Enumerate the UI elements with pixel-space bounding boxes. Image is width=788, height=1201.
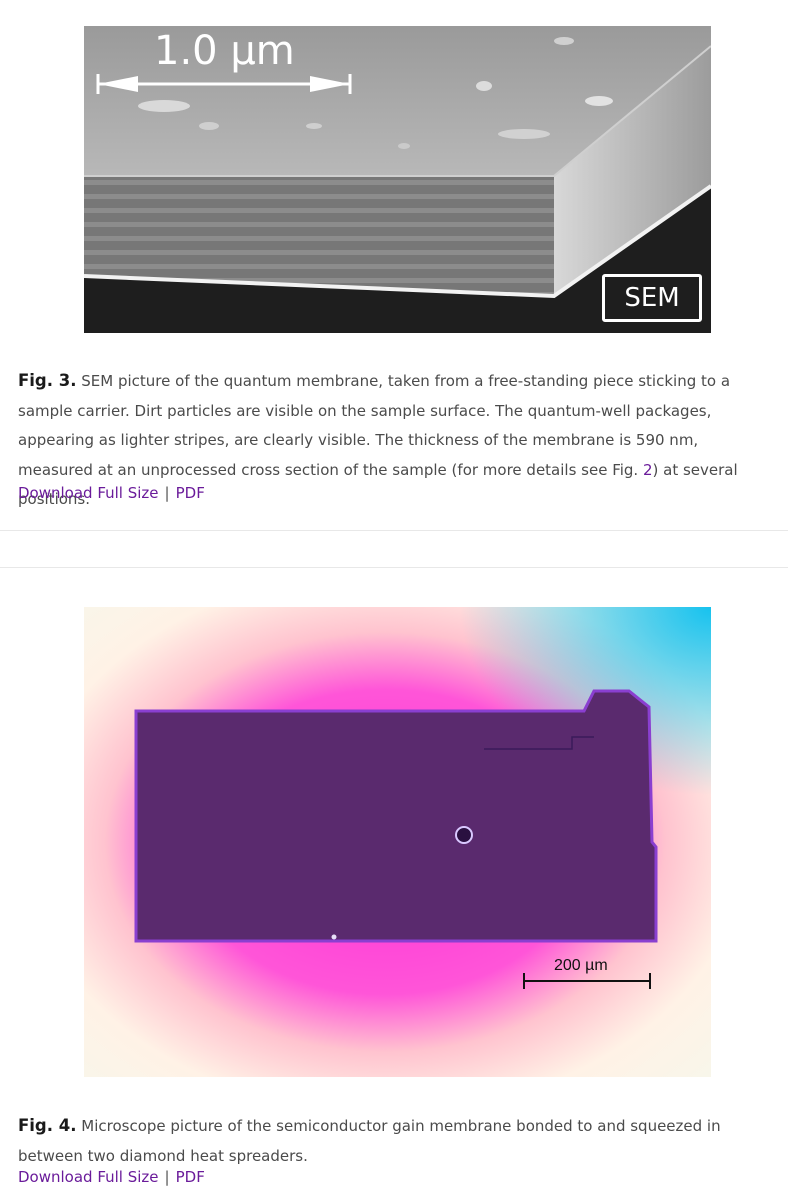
microscope-image-drawing	[84, 607, 711, 1077]
download-full-size-link[interactable]: Download Full Size	[18, 484, 159, 502]
figure-3-caption-text-a: SEM picture of the quantum membrane, tak…	[18, 372, 731, 479]
link-separator: |	[164, 1168, 170, 1186]
link-separator: |	[164, 484, 170, 502]
pdf-link[interactable]: PDF	[176, 484, 205, 502]
sem-scale-label: 1.0 µm	[154, 28, 295, 74]
sem-image[interactable]: 1.0 µm SEM	[84, 26, 711, 333]
figure-2-reference-link[interactable]: 2	[643, 461, 653, 479]
figure-3: 1.0 µm SEM Fig. 3. SEM picture of the qu…	[0, 0, 788, 531]
download-full-size-link[interactable]: Download Full Size	[18, 1168, 159, 1186]
pdf-link[interactable]: PDF	[176, 1168, 205, 1186]
figure-4-download-links: Download Full Size | PDF	[18, 1168, 205, 1186]
figure-4-caption: Fig. 4. Microscope picture of the semico…	[18, 1111, 770, 1171]
microscope-scale-label: 200 µm	[554, 957, 608, 974]
figure-4-label: Fig. 4.	[18, 1116, 77, 1135]
figure-4-caption-text: Microscope picture of the semiconductor …	[18, 1117, 721, 1165]
microscope-image[interactable]: 200 µm	[84, 607, 711, 1077]
figure-4: 200 µm Fig. 4. Microscope picture of the…	[0, 567, 788, 1201]
figure-3-label: Fig. 3.	[18, 371, 77, 390]
figure-3-download-links: Download Full Size | PDF	[18, 484, 205, 502]
sem-badge: SEM	[602, 274, 702, 322]
